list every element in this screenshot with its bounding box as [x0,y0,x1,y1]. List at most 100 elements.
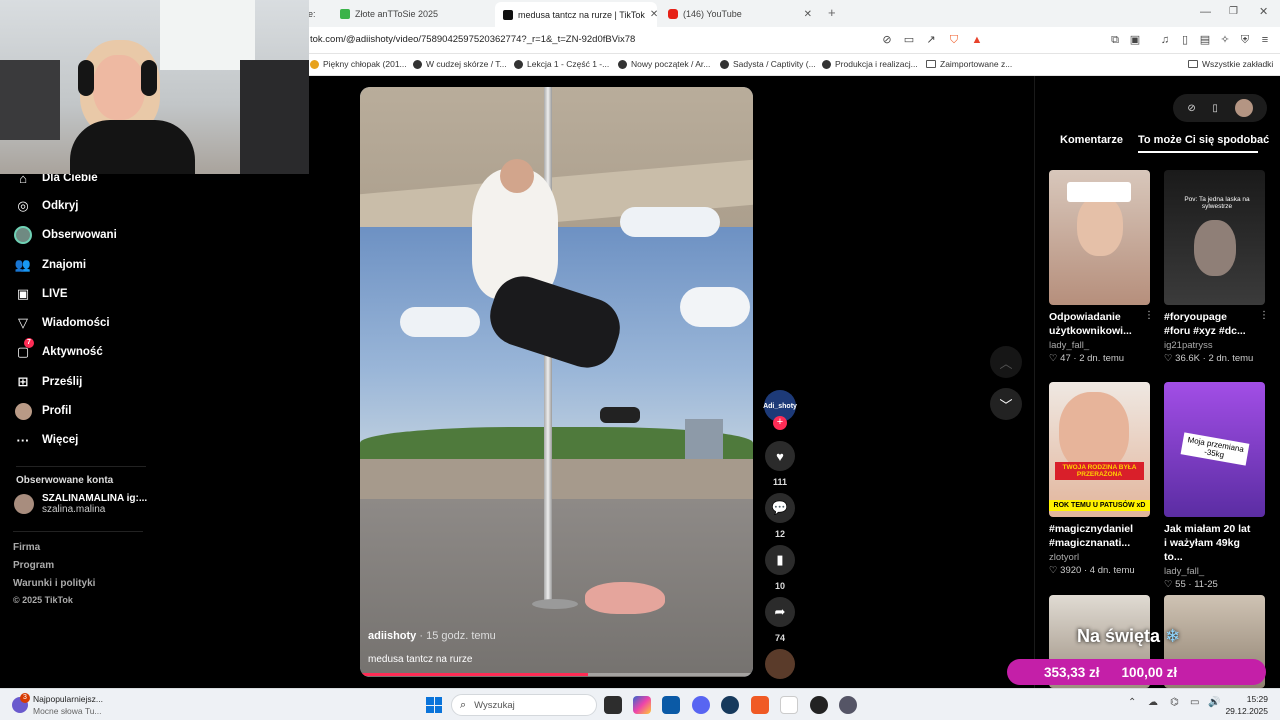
video-author[interactable]: adiishoty [368,630,416,642]
task-view-icon[interactable] [604,696,622,714]
clock-time[interactable]: 15:29 [1228,694,1268,704]
music-icon[interactable]: ♫ [1158,33,1172,47]
card-user[interactable]: lady_fall_ [1164,566,1265,577]
prev-video-button[interactable]: ︿ [990,346,1022,378]
video-thumbnail[interactable]: Moja przemiana -35kg [1164,382,1265,517]
sidebar-item-messages[interactable]: ▽ Wiadomości [14,314,110,332]
author-avatar-button[interactable]: Adi_shoty + [763,390,797,430]
close-window-button[interactable]: ✕ [1259,5,1268,18]
taskbar-search[interactable]: ⌕ Wyszukaj [451,694,597,716]
next-video-button[interactable]: ﹀ [990,388,1022,420]
new-tab-button[interactable]: + [828,5,836,20]
card-user[interactable]: zlotyorl [1049,552,1150,563]
extensions-icon[interactable]: ⧉ [1108,33,1122,47]
copilot-icon[interactable] [633,696,651,714]
onedrive-icon[interactable]: ☁ [1148,697,1158,708]
address-bar[interactable]: tok.com/@adiishoty/video/758904259752036… [310,34,635,45]
minimize-button[interactable]: — [1200,6,1211,18]
footer-link[interactable]: Program [13,560,54,571]
menu-icon[interactable]: ≡ [1258,33,1272,47]
comment-button[interactable]: 💬 12 [764,493,796,539]
video-progress-track[interactable] [360,673,753,676]
bookmark-item[interactable]: Lekcja 1 - Część 1 -... [514,59,609,69]
news-title[interactable]: Najpopularniejsz... [33,694,103,704]
brave-shield-icon[interactable]: ⛉ [947,33,961,47]
like-button[interactable]: ♥ 111 [764,441,796,487]
card-user[interactable]: ig21patryss [1164,340,1265,351]
bookmark-item[interactable]: Nowy początek / Ar... [618,59,710,69]
obs-icon[interactable] [810,696,828,714]
close-tab-icon[interactable]: ✕ [650,9,657,20]
brave-rewards-icon[interactable]: ▲ [970,33,984,47]
all-bookmarks-folder[interactable]: Wszystkie zakładki [1188,59,1273,69]
tab-zlote[interactable]: Złote anTToSie 2025 [332,4,492,24]
heart-outline-icon: ♡ [1049,353,1058,364]
steam-icon[interactable] [721,696,739,714]
sidebar-item-following[interactable]: Obserwowani [14,226,117,244]
follow-plus-icon[interactable]: + [773,416,787,430]
music-disc-icon [765,649,795,679]
recommended-video-card[interactable]: Moja przemiana -35kg Jak miałam 20 lat i… [1164,382,1265,590]
comment-count: 12 [774,529,785,539]
bookmark-item[interactable]: Piękny chłopak (201... [310,59,407,69]
tab-groups-icon[interactable]: ▣ [1128,33,1142,47]
tray-chevron-icon[interactable]: ⌃ [1128,697,1136,708]
sidebar-item-activity[interactable]: ▢ 7 Aktywność [14,338,103,361]
sidebar-toggle-icon[interactable]: ▯ [1178,33,1192,47]
notes-icon[interactable] [780,696,798,714]
share-icon[interactable]: ↗ [924,33,938,47]
store-icon[interactable] [662,696,680,714]
video-thumbnail[interactable]: Pov: Ta jedna laska na sylwestrze [1164,170,1265,305]
promo-price-bar[interactable]: 353,33 zł 100,00 zł [1007,659,1266,685]
sidebar-item-explore[interactable]: ◎ Odkryj [14,197,78,215]
bookmark-item[interactable]: Sadysta / Captivity (... [720,59,816,69]
cast-icon[interactable]: ▭ [902,33,916,47]
footer-link[interactable]: Firma [13,542,40,553]
settings-gear-icon[interactable] [839,696,857,714]
network-icon[interactable]: ▭ [1190,697,1199,708]
sidebar-item-friends[interactable]: 👥 Znajomi [14,256,86,274]
tab-tiktok[interactable]: medusa tantcz na rurze | TikTok ✕ [495,2,657,27]
video-player[interactable]: adiishoty · 15 godz. temu medusa tantcz … [360,87,753,677]
avatar[interactable] [1234,99,1253,117]
vpn-icon[interactable]: ⛨ [1238,33,1252,47]
share-button[interactable]: ➦ 74 [764,597,796,643]
tab-youtube[interactable]: (146) YouTube ✕ [660,4,820,24]
windows-start-icon[interactable] [426,697,442,713]
wallet-icon[interactable]: ▤ [1198,33,1212,47]
more-options-icon[interactable]: ⋮ [1144,310,1154,321]
more-options-icon[interactable]: ⋮ [1259,310,1269,321]
save-button[interactable]: ▮ 10 [764,545,796,591]
footer-link[interactable]: Warunki i polityki [13,578,95,589]
sidebar-item-more[interactable]: ··· Więcej [14,431,79,449]
tab-comments[interactable]: Komentarze [1060,134,1123,146]
recommended-video-card[interactable]: Odpowiadanie użytkownikowi... ⋮ lady_fal… [1049,170,1154,364]
sound-disc[interactable] [764,649,796,679]
recommended-video-card[interactable]: TWOJA RODZINA BYŁA PRZERAŻONA ROK TEMU U… [1049,382,1150,576]
volume-icon[interactable]: 🔊 [1208,697,1220,708]
maximize-button[interactable]: ❐ [1229,6,1238,17]
sidebar-item-profile[interactable]: Profil [14,402,71,420]
recommendations-panel: ⊘ ▯ Komentarze To może Ci się spodobać O… [1034,76,1280,688]
following-account[interactable]: SZALINAMALINA ig:... szalina.malina [14,493,147,515]
video-thumbnail[interactable]: TWOJA RODZINA BYŁA PRZERAŻONA ROK TEMU U… [1049,382,1150,517]
ai-icon[interactable]: ✧ [1218,33,1232,47]
video-thumbnail[interactable] [1049,170,1150,305]
discord-icon[interactable] [692,696,710,714]
sidebar-item-upload[interactable]: ⊞ Prześlij [14,373,83,391]
no-track-icon[interactable]: ⊘ [880,33,894,47]
thumb-sticker [1067,182,1131,202]
wifi-icon[interactable]: ⌬ [1170,697,1179,708]
bookmark-item[interactable]: W cudzej skórze / T... [413,59,507,69]
sidebar-item-live[interactable]: ▣ LIVE [14,285,68,303]
recommended-video-card[interactable]: Pov: Ta jedna laska na sylwestrze #foryo… [1164,170,1269,364]
bookmark-folder[interactable]: Zaimportowane z... [926,59,1012,69]
card-user[interactable]: lady_fall_ [1049,340,1150,351]
brave-browser-icon[interactable] [751,696,769,714]
phone-icon[interactable]: ▯ [1212,103,1218,114]
clock-date[interactable]: 29.12.2025 [1222,706,1268,716]
tab-you-may-like[interactable]: To może Ci się spodobać [1138,134,1269,146]
bookmark-item[interactable]: Produkcja i realizacj... [822,59,918,69]
close-tab-icon[interactable]: ✕ [804,9,812,20]
compass-icon[interactable]: ⊘ [1187,103,1195,114]
